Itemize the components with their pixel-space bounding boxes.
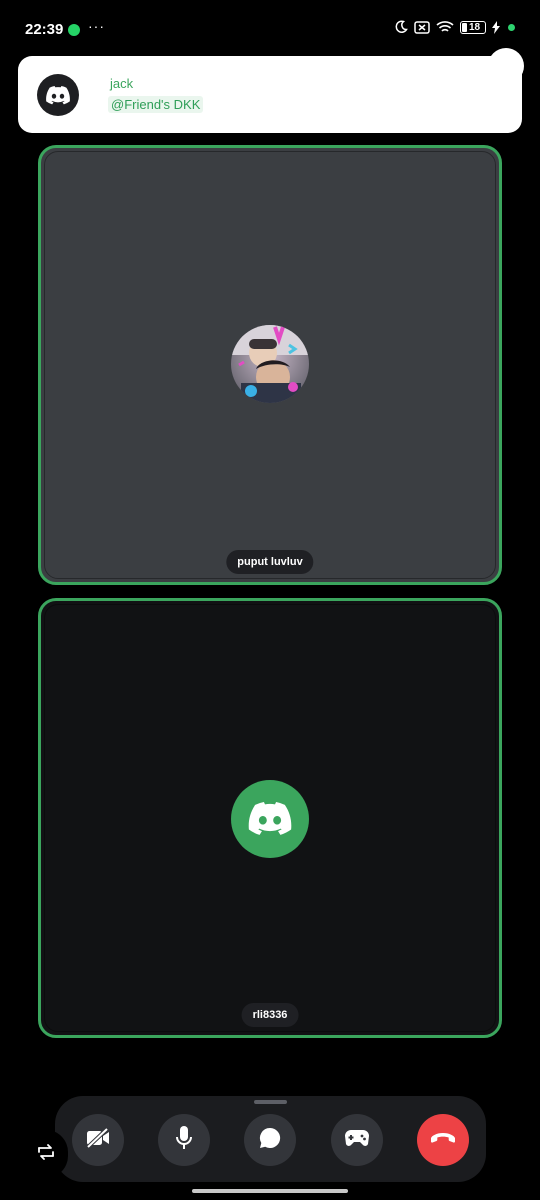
camera-toggle-button[interactable] — [72, 1114, 124, 1166]
activities-button[interactable] — [331, 1114, 383, 1166]
switch-camera-icon — [36, 1143, 56, 1165]
chat-icon — [258, 1126, 282, 1155]
discord-logo-icon — [37, 74, 79, 116]
participant-name: puput luvluv — [226, 550, 314, 574]
notification-subtitle: @Friend's DKK — [108, 96, 204, 113]
status-icons: 18 — [394, 20, 515, 34]
notification-corner-bubble — [488, 48, 524, 84]
control-bar-drag-handle[interactable] — [254, 1100, 287, 1104]
hang-up-icon — [430, 1131, 456, 1149]
notification-title: jack — [110, 76, 134, 91]
status-bar: 22:39 ··· 18 — [0, 0, 540, 60]
privacy-indicator-dot — [508, 23, 515, 31]
status-time: 22:39 — [25, 21, 64, 38]
hang-up-button[interactable] — [417, 1114, 469, 1166]
microphone-icon — [175, 1125, 193, 1156]
participant-tile[interactable]: puput luvluv — [38, 145, 502, 585]
participant-avatar — [231, 325, 309, 403]
battery-level: 18 — [469, 21, 481, 33]
camera-off-icon — [85, 1127, 111, 1154]
discord-default-avatar-icon — [231, 780, 309, 858]
whatsapp-icon — [68, 24, 80, 36]
more-notifications-indicator: ··· — [88, 18, 105, 34]
chat-button[interactable] — [244, 1114, 296, 1166]
notification-banner[interactable]: jack @Friend's DKK — [18, 48, 524, 133]
participant-name: rli8336 — [241, 1003, 299, 1027]
home-indicator[interactable] — [192, 1189, 348, 1193]
gamepad-icon — [344, 1128, 370, 1153]
battery-icon: 18 — [460, 20, 486, 34]
switch-camera-button[interactable] — [24, 1130, 68, 1178]
charging-icon — [492, 20, 500, 34]
microphone-button[interactable] — [158, 1114, 210, 1166]
sim-icon — [414, 20, 430, 34]
wifi-icon — [436, 20, 454, 34]
moon-icon — [394, 20, 408, 34]
participant-tile[interactable]: rli8336 — [38, 598, 502, 1038]
